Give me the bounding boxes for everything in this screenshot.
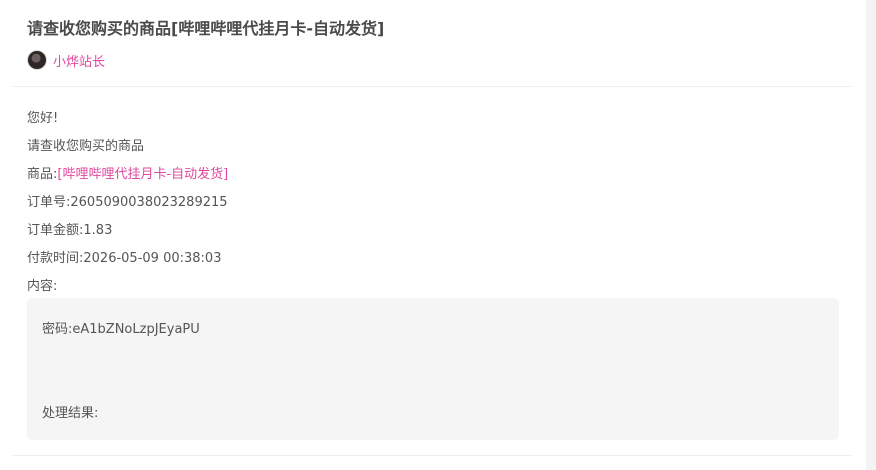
payment-time-label: 付款时间: — [27, 251, 84, 266]
greeting-line: 您好! — [27, 107, 58, 126]
password-label: 密码: — [42, 322, 73, 337]
greeting-text: 您好! — [27, 111, 59, 126]
order-number-value: 2605090038023289215 — [70, 195, 228, 210]
content-box: 密码:eA1bZNoLzpJEyaPU 处理结果: — [27, 298, 839, 440]
payment-time-line: 付款时间:2026-05-09 00:38:03 — [27, 247, 221, 266]
product-line: 商品:[哔哩哔哩代挂月卡-自动发货] — [27, 163, 228, 182]
payment-time-value: 2026-05-09 00:38:03 — [83, 251, 222, 266]
intro-line: 请查收您购买的商品 — [27, 135, 144, 154]
intro-text: 请查收您购买的商品 — [27, 139, 145, 154]
header-divider — [12, 86, 852, 87]
email-card: 请查收您购买的商品[哔哩哔哩代挂月卡-自动发货] 小烨站长 您好! 请查收您购买… — [12, 0, 852, 470]
right-rail — [866, 0, 876, 470]
order-amount-label: 订单金额: — [27, 223, 84, 238]
author-name[interactable]: 小烨站长 — [53, 51, 105, 70]
result-label: 处理结果: — [42, 406, 99, 421]
order-number-label: 订单号: — [27, 195, 71, 210]
order-amount-line: 订单金额:1.83 — [27, 219, 112, 238]
product-label: 商品: — [27, 167, 58, 182]
password-line: 密码:eA1bZNoLzpJEyaPU — [42, 318, 200, 337]
order-number-line: 订单号:2605090038023289215 — [27, 191, 228, 210]
product-value: [哔哩哔哩代挂月卡-自动发货] — [57, 167, 229, 182]
footer-divider — [12, 455, 852, 456]
password-value[interactable]: eA1bZNoLzpJEyaPU — [72, 322, 199, 337]
page-title: 请查收您购买的商品[哔哩哔哩代挂月卡-自动发货] — [27, 19, 385, 38]
result-line: 处理结果: — [42, 402, 98, 421]
content-label: 内容: — [27, 279, 58, 294]
avatar[interactable] — [27, 50, 47, 70]
author-info[interactable]: 小烨站长 — [27, 50, 105, 70]
order-amount-value: 1.83 — [83, 223, 113, 238]
content-label-line: 内容: — [27, 275, 57, 294]
